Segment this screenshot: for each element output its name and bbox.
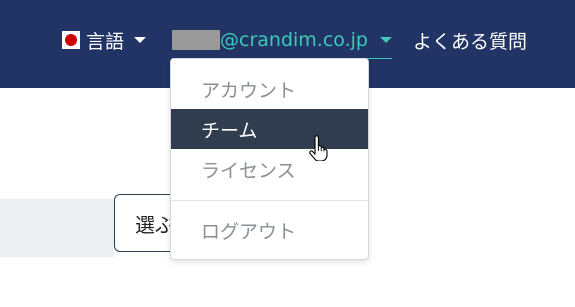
- account-menu: アカウント チーム ライセンス ログアウト: [170, 58, 369, 260]
- input-field[interactable]: [0, 199, 114, 257]
- menu-item-team[interactable]: チーム: [171, 109, 368, 149]
- language-dropdown[interactable]: 言語: [62, 28, 147, 53]
- chevron-down-icon: [134, 37, 147, 43]
- redacted-username: [172, 30, 220, 50]
- account-email: @crandim.co.jp: [220, 29, 368, 51]
- account-dropdown[interactable]: @crandim.co.jp: [172, 28, 392, 59]
- language-label: 言語: [86, 30, 125, 53]
- menu-item-account[interactable]: アカウント: [171, 69, 368, 109]
- japan-flag-icon: [62, 31, 80, 49]
- menu-divider: [171, 200, 368, 201]
- menu-item-license[interactable]: ライセンス: [171, 149, 368, 189]
- chevron-down-icon: [379, 37, 392, 43]
- menu-item-logout[interactable]: ログアウト: [171, 210, 368, 250]
- hand-pointer-icon: [309, 135, 328, 161]
- faq-link[interactable]: よくある質問: [413, 28, 527, 53]
